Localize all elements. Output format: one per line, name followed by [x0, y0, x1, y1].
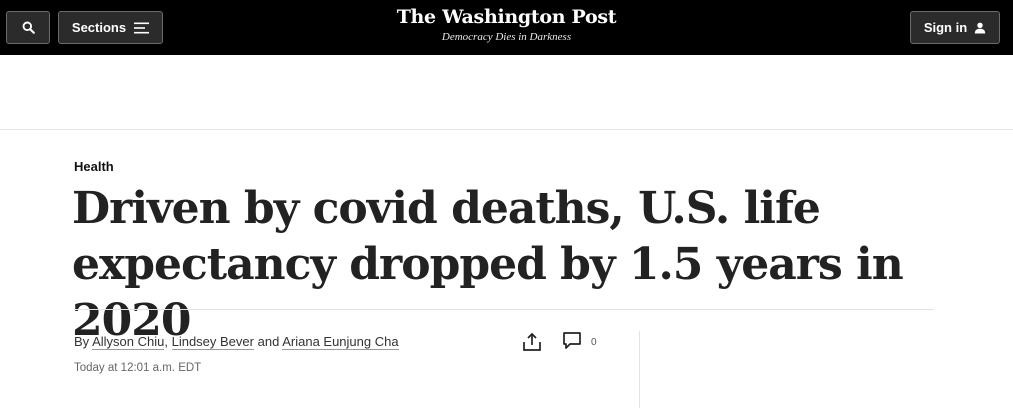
top-navigation-bar: Sections The Washington Post Democracy D…	[0, 0, 1013, 55]
comment-icon	[562, 330, 582, 355]
share-button[interactable]	[521, 331, 543, 353]
menu-icon	[134, 22, 150, 34]
publish-timestamp: Today at 12:01 a.m. EDT	[74, 362, 202, 374]
headline-divider	[74, 309, 934, 310]
section-kicker[interactable]: Health	[74, 159, 114, 174]
author-link[interactable]: Allyson Chiu	[92, 334, 165, 350]
author-link[interactable]: Lindsey Bever	[171, 334, 254, 350]
sign-in-button[interactable]: Sign in	[910, 11, 1000, 44]
site-logo[interactable]: The Washington Post	[350, 5, 663, 29]
ad-slot	[0, 55, 1013, 130]
byline-separator: ,	[164, 334, 168, 349]
search-button[interactable]	[6, 11, 50, 44]
masthead: The Washington Post Democracy Dies in Da…	[350, 5, 663, 44]
byline-prefix: By	[74, 334, 90, 349]
sections-button[interactable]: Sections	[58, 11, 163, 44]
sign-in-label: Sign in	[923, 20, 968, 35]
byline-conjunction: and	[257, 334, 280, 349]
byline: By Allyson Chiu, Lindsey Bever and Arian…	[74, 334, 399, 350]
comment-count: 0	[591, 336, 597, 348]
sections-label: Sections	[71, 20, 127, 35]
author-link[interactable]: Ariana Eunjung Cha	[282, 334, 399, 350]
sidebar-divider	[639, 331, 640, 408]
user-icon	[974, 22, 986, 34]
site-tagline: Democracy Dies in Darkness	[441, 31, 572, 43]
share-icon	[521, 332, 543, 357]
article-headline: Driven by covid deaths, U.S. life expect…	[72, 183, 904, 346]
comments-button[interactable]: 0	[562, 331, 597, 353]
search-icon	[22, 21, 35, 34]
